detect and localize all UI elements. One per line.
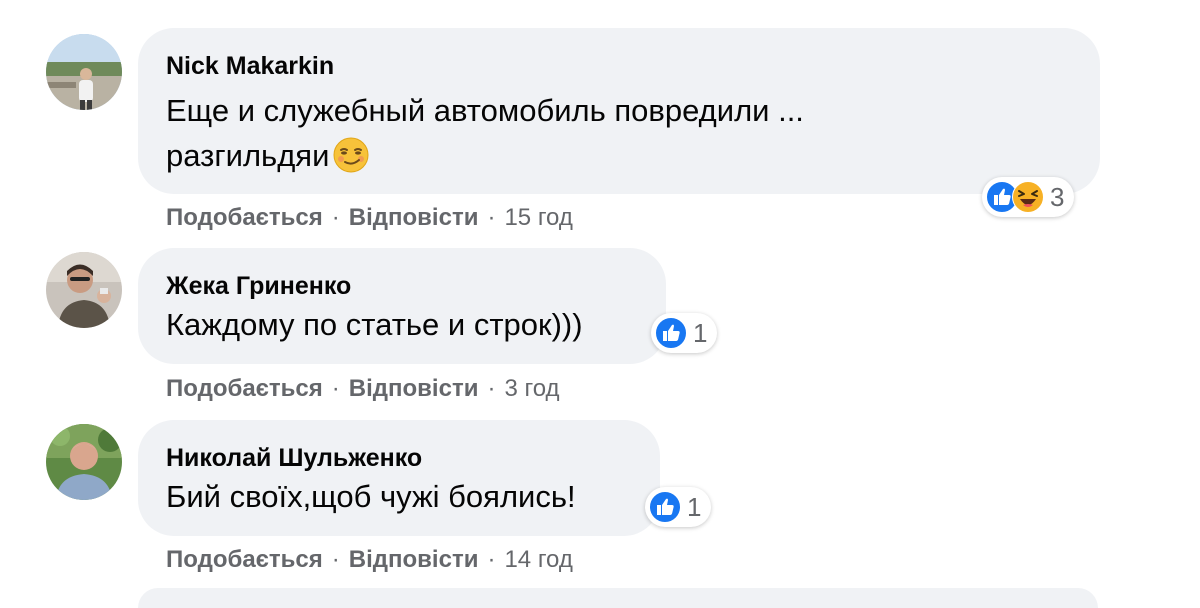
separator: · — [487, 204, 496, 231]
comment-author[interactable]: Жека Гриненко — [166, 270, 638, 302]
haha-icon — [1012, 181, 1044, 213]
like-button[interactable]: Подобається — [166, 375, 323, 402]
reactions-summary[interactable]: 1 — [651, 313, 718, 353]
separator: · — [487, 546, 496, 573]
comment-actions: Подобається · Відповісти · 3 год — [166, 374, 560, 404]
reaction-count: 1 — [687, 491, 702, 522]
comment-author[interactable]: Nick Makarkin — [166, 50, 1072, 82]
like-button[interactable]: Подобається — [166, 204, 323, 231]
avatar[interactable] — [46, 424, 122, 500]
separator: · — [331, 375, 340, 402]
comment-bubble: Nick Makarkin Еще и служебный автомобиль… — [138, 28, 1100, 194]
reactions-summary[interactable]: 1 — [645, 487, 712, 527]
comment-timestamp[interactable]: 14 год — [504, 546, 572, 573]
comment-actions: Подобається · Відповісти · 15 год — [166, 203, 573, 233]
comment-author[interactable]: Николай Шульженко — [166, 442, 632, 474]
comment-text: Еще и служебный автомобиль повредили ...… — [166, 88, 1072, 185]
smirk-emoji-icon — [333, 137, 369, 185]
next-comment-bubble — [138, 588, 1098, 608]
like-button[interactable]: Подобається — [166, 546, 323, 573]
reaction-count: 3 — [1050, 181, 1065, 212]
like-icon — [655, 317, 687, 349]
comment-text: Каждому по статье и строк))) — [166, 307, 583, 342]
reactions-summary[interactable]: 3 — [982, 177, 1075, 217]
separator: · — [487, 375, 496, 402]
comment-text: Бий своїх,щоб чужі боялись! — [166, 479, 576, 514]
reply-button[interactable]: Відповісти — [349, 204, 479, 231]
comment-actions: Подобається · Відповісти · 14 год — [166, 545, 573, 575]
comment-text-line: Еще и служебный автомобиль повредили ... — [166, 93, 804, 128]
comment-bubble: Жека Гриненко Каждому по статье и строк)… — [138, 248, 666, 364]
reply-button[interactable]: Відповісти — [349, 546, 479, 573]
reaction-count: 1 — [693, 317, 708, 348]
reply-button[interactable]: Відповісти — [349, 375, 479, 402]
separator: · — [331, 204, 340, 231]
comment-timestamp[interactable]: 15 год — [504, 204, 572, 231]
avatar[interactable] — [46, 34, 122, 110]
comment-bubble: Николай Шульженко Бий своїх,щоб чужі боя… — [138, 420, 660, 536]
comment-text-line: разгильдяи — [166, 138, 330, 173]
separator: · — [331, 546, 340, 573]
comment-timestamp[interactable]: 3 год — [504, 375, 559, 402]
like-icon — [649, 491, 681, 523]
avatar[interactable] — [46, 252, 122, 328]
